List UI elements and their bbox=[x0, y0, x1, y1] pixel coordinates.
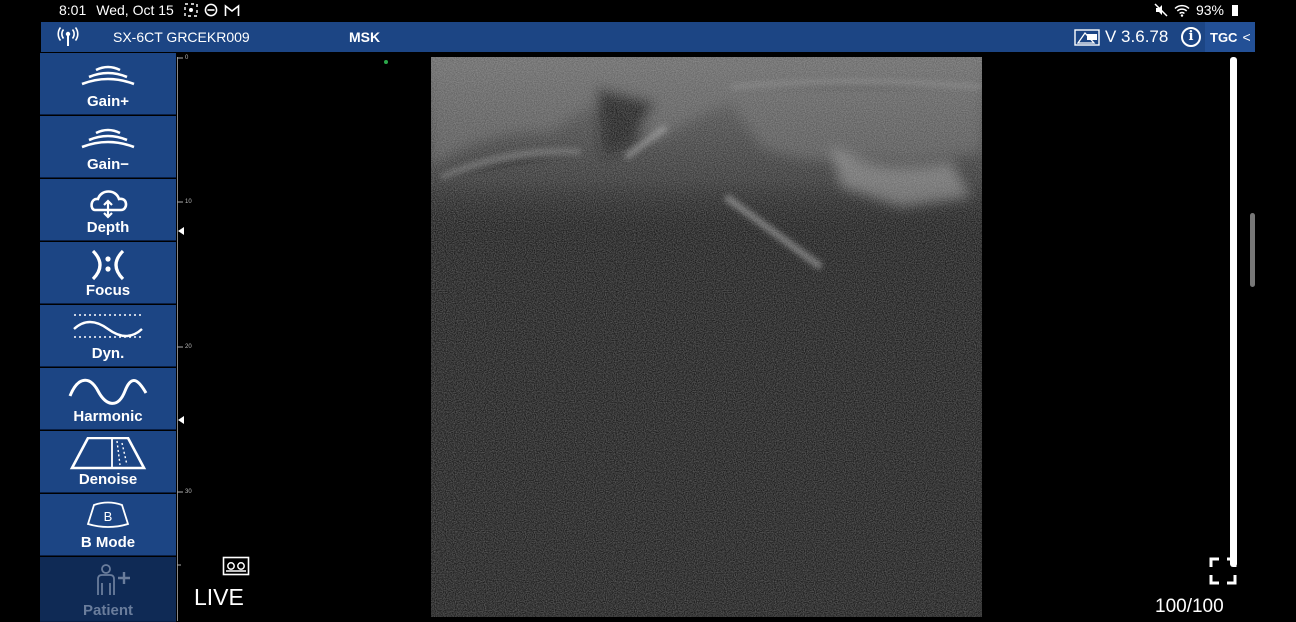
depth-label-0: 0 bbox=[185, 55, 189, 61]
status-time: 8:01 bbox=[59, 2, 87, 18]
harmonic-icon bbox=[68, 378, 148, 405]
app-version: V 3.6.78 bbox=[1105, 27, 1169, 46]
gmail-icon bbox=[224, 3, 240, 16]
focus-icon bbox=[91, 249, 125, 281]
mute-icon bbox=[1154, 3, 1168, 17]
denoise-button[interactable]: Denoise bbox=[40, 431, 176, 493]
edge-panel-handle[interactable] bbox=[1250, 213, 1255, 287]
status-left: 8:01 Wed, Oct 15 bbox=[59, 2, 240, 18]
dynamic-range-icon bbox=[73, 314, 143, 338]
gain-minus-icon bbox=[81, 128, 135, 149]
dynamic-range-button[interactable]: Dyn. bbox=[40, 305, 176, 367]
focus-marker-icon bbox=[178, 416, 184, 424]
b-mode-label: B Mode bbox=[80, 534, 136, 551]
dynamic-range-label: Dyn. bbox=[91, 345, 125, 362]
exam-preset[interactable]: MSK bbox=[349, 29, 380, 45]
denoise-label: Denoise bbox=[78, 471, 138, 488]
focus-label: Focus bbox=[85, 282, 131, 299]
ultrasound-image[interactable] bbox=[431, 57, 982, 617]
patient-label: Patient bbox=[82, 602, 133, 619]
tgc-label: TGC bbox=[1210, 30, 1238, 45]
battery-icon bbox=[1232, 4, 1238, 16]
depth-label-30: 30 bbox=[185, 489, 192, 495]
b-mode-button[interactable]: B B Mode bbox=[40, 494, 176, 556]
system-status-bar: 8:01 Wed, Oct 15 93% bbox=[0, 0, 1296, 22]
info-icon[interactable]: i bbox=[1181, 27, 1201, 47]
harmonic-button[interactable]: Harmonic bbox=[40, 368, 176, 430]
frame-counter: 100/100 bbox=[1155, 596, 1224, 617]
gain-minus-label: Gain− bbox=[86, 156, 130, 173]
chevron-left-icon: < bbox=[1242, 29, 1251, 45]
b-mode-icon-letter: B bbox=[104, 509, 113, 524]
dnd-icon bbox=[204, 3, 218, 17]
depth-button[interactable]: Depth bbox=[40, 179, 176, 241]
tgc-toggle-button[interactable]: TGC < bbox=[1205, 22, 1255, 52]
wifi-icon bbox=[1174, 4, 1190, 17]
patient-icon bbox=[97, 564, 130, 595]
battery-percent: 93% bbox=[1195, 2, 1224, 18]
depth-label: Depth bbox=[86, 219, 130, 236]
depth-icon bbox=[90, 190, 128, 219]
imaging-toolbar: Gain+ Gain− Depth Focus Dyn. Harmonic De… bbox=[40, 53, 176, 622]
depth-label-10: 10 bbox=[185, 199, 192, 205]
gain-plus-label: Gain+ bbox=[86, 93, 130, 110]
focus-button[interactable]: Focus bbox=[40, 242, 176, 304]
depth-label-20: 20 bbox=[185, 344, 192, 350]
gain-minus-button[interactable]: Gain− bbox=[40, 116, 176, 178]
device-id: SX-6CT GRCEKR009 bbox=[113, 29, 250, 45]
status-right: 93% bbox=[1154, 2, 1238, 18]
focus-marker-icon bbox=[178, 227, 184, 235]
ultrasound-texture bbox=[431, 57, 982, 617]
app-header: SX-6CT GRCEKR009 MSK V 3.6.78 i TGC < bbox=[41, 22, 1255, 52]
depth-scale-ticks bbox=[177, 57, 183, 566]
fullscreen-icon[interactable] bbox=[1208, 556, 1238, 586]
probe-icon[interactable] bbox=[1074, 27, 1100, 47]
screenshot-icon bbox=[184, 3, 198, 17]
tgc-slider-track[interactable] bbox=[1230, 57, 1237, 567]
b-mode-icon: B bbox=[86, 501, 130, 528]
patient-button[interactable]: Patient bbox=[40, 557, 176, 622]
denoise-icon bbox=[69, 437, 147, 470]
depth-scale: 0 10 20 30 bbox=[177, 55, 197, 621]
harmonic-label: Harmonic bbox=[73, 408, 143, 425]
status-date: Wed, Oct 15 bbox=[96, 2, 174, 18]
wireless-connection-icon[interactable] bbox=[57, 27, 79, 47]
cine-loop-icon[interactable] bbox=[222, 556, 250, 576]
gain-plus-icon bbox=[81, 65, 135, 86]
gain-plus-button[interactable]: Gain+ bbox=[40, 53, 176, 115]
live-mode-label: LIVE bbox=[194, 584, 244, 610]
probe-orientation-marker bbox=[384, 60, 388, 64]
